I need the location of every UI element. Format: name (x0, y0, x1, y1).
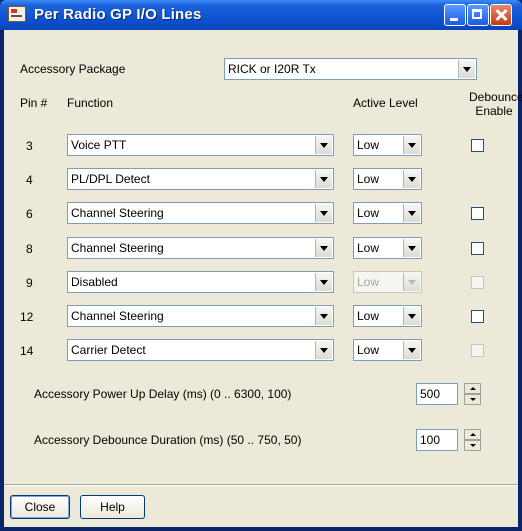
header-debounce-line2: Enable (475, 104, 513, 118)
active-level-value: Low (357, 343, 380, 357)
maximize-button[interactable] (467, 4, 489, 26)
active-level-value: Low (357, 206, 380, 220)
chevron-down-icon[interactable] (315, 307, 332, 325)
debounce-enable-checkbox[interactable] (471, 242, 484, 255)
chevron-down-icon[interactable] (458, 60, 475, 78)
dialog-window: Per Radio GP I/O Lines Accessory Package… (0, 0, 522, 531)
power-up-delay-input[interactable]: 500 (416, 383, 458, 405)
debounce-enable-checkbox (471, 276, 484, 289)
debounce-enable-checkbox[interactable] (471, 207, 484, 220)
function-value: PL/DPL Detect (71, 172, 150, 186)
debounce-enable-checkbox[interactable] (471, 310, 484, 323)
function-value: Channel Steering (71, 309, 164, 323)
function-select[interactable]: Channel Steering (67, 237, 334, 259)
chevron-down-icon[interactable] (315, 136, 332, 154)
chevron-down-icon[interactable] (403, 136, 420, 154)
spin-up-icon[interactable] (464, 429, 481, 440)
pin-number: 8 (26, 242, 33, 256)
chevron-down-icon[interactable] (403, 307, 420, 325)
active-level-select: Low (353, 271, 422, 293)
window-title: Per Radio GP I/O Lines (34, 6, 202, 23)
app-icon (8, 6, 26, 22)
power-up-delay-spinner[interactable] (464, 383, 481, 405)
dialog-body: Accessory Package RICK or I20R Tx Pin # … (4, 30, 522, 527)
chevron-down-icon[interactable] (315, 170, 332, 188)
accessory-package-label: Accessory Package (20, 62, 126, 76)
header-debounce-line1: Debounce (469, 90, 522, 104)
header-debounce: Debounce Enable (469, 90, 522, 118)
function-value: Disabled (71, 275, 118, 289)
chevron-down-icon[interactable] (315, 273, 332, 291)
chevron-down-icon[interactable] (403, 239, 420, 257)
function-value: Channel Steering (71, 241, 164, 255)
function-select[interactable]: Channel Steering (67, 202, 334, 224)
active-level-select[interactable]: Low (353, 339, 422, 361)
chevron-down-icon (403, 273, 420, 291)
divider (4, 484, 518, 486)
pin-number: 14 (20, 344, 34, 358)
chevron-down-icon[interactable] (315, 239, 332, 257)
accessory-package-select[interactable]: RICK or I20R Tx (224, 58, 477, 80)
function-select[interactable]: Voice PTT (67, 134, 334, 156)
debounce-enable-checkbox[interactable] (471, 139, 484, 152)
function-select[interactable]: Disabled (67, 271, 334, 293)
power-up-delay-value: 500 (420, 387, 441, 401)
spin-down-icon[interactable] (464, 440, 481, 451)
chevron-down-icon[interactable] (403, 204, 420, 222)
active-level-value: Low (357, 275, 380, 289)
chevron-down-icon[interactable] (315, 204, 332, 222)
help-button[interactable]: Help (80, 495, 145, 519)
active-level-select[interactable]: Low (353, 305, 422, 327)
debounce-duration-value: 100 (420, 433, 441, 447)
active-level-select[interactable]: Low (353, 202, 422, 224)
minimize-button[interactable] (444, 4, 466, 26)
function-select[interactable]: Channel Steering (67, 305, 334, 327)
active-level-select[interactable]: Low (353, 168, 422, 190)
debounce-enable-checkbox (471, 344, 484, 357)
function-select[interactable]: PL/DPL Detect (67, 168, 334, 190)
debounce-duration-spinner[interactable] (464, 429, 481, 451)
active-level-value: Low (357, 138, 380, 152)
header-active-level: Active Level (353, 96, 418, 110)
function-value: Channel Steering (71, 206, 164, 220)
pin-number: 3 (26, 139, 33, 153)
pin-number: 4 (26, 173, 33, 187)
active-level-select[interactable]: Low (353, 134, 422, 156)
header-function: Function (67, 96, 114, 110)
function-value: Carrier Detect (71, 343, 146, 357)
active-level-value: Low (357, 172, 380, 186)
close-button[interactable]: Close (10, 495, 70, 519)
debounce-duration-label: Accessory Debounce Duration (ms) (50 .. … (34, 433, 302, 447)
active-level-select[interactable]: Low (353, 237, 422, 259)
function-select[interactable]: Carrier Detect (67, 339, 334, 361)
spin-down-icon[interactable] (464, 394, 481, 405)
accessory-package-value: RICK or I20R Tx (228, 62, 316, 76)
chevron-down-icon[interactable] (403, 170, 420, 188)
chevron-down-icon[interactable] (403, 341, 420, 359)
title-bar[interactable]: Per Radio GP I/O Lines (0, 0, 522, 30)
header-pin: Pin # (20, 96, 48, 110)
function-value: Voice PTT (71, 138, 127, 152)
debounce-duration-input[interactable]: 100 (416, 429, 458, 451)
active-level-value: Low (357, 309, 380, 323)
power-up-delay-label: Accessory Power Up Delay (ms) (0 .. 6300… (34, 387, 292, 401)
pin-number: 9 (26, 276, 33, 290)
pin-number: 6 (26, 207, 33, 221)
chevron-down-icon[interactable] (315, 341, 332, 359)
pin-number: 12 (20, 310, 34, 324)
close-window-button[interactable] (490, 4, 512, 26)
active-level-value: Low (357, 241, 380, 255)
spin-up-icon[interactable] (464, 383, 481, 394)
